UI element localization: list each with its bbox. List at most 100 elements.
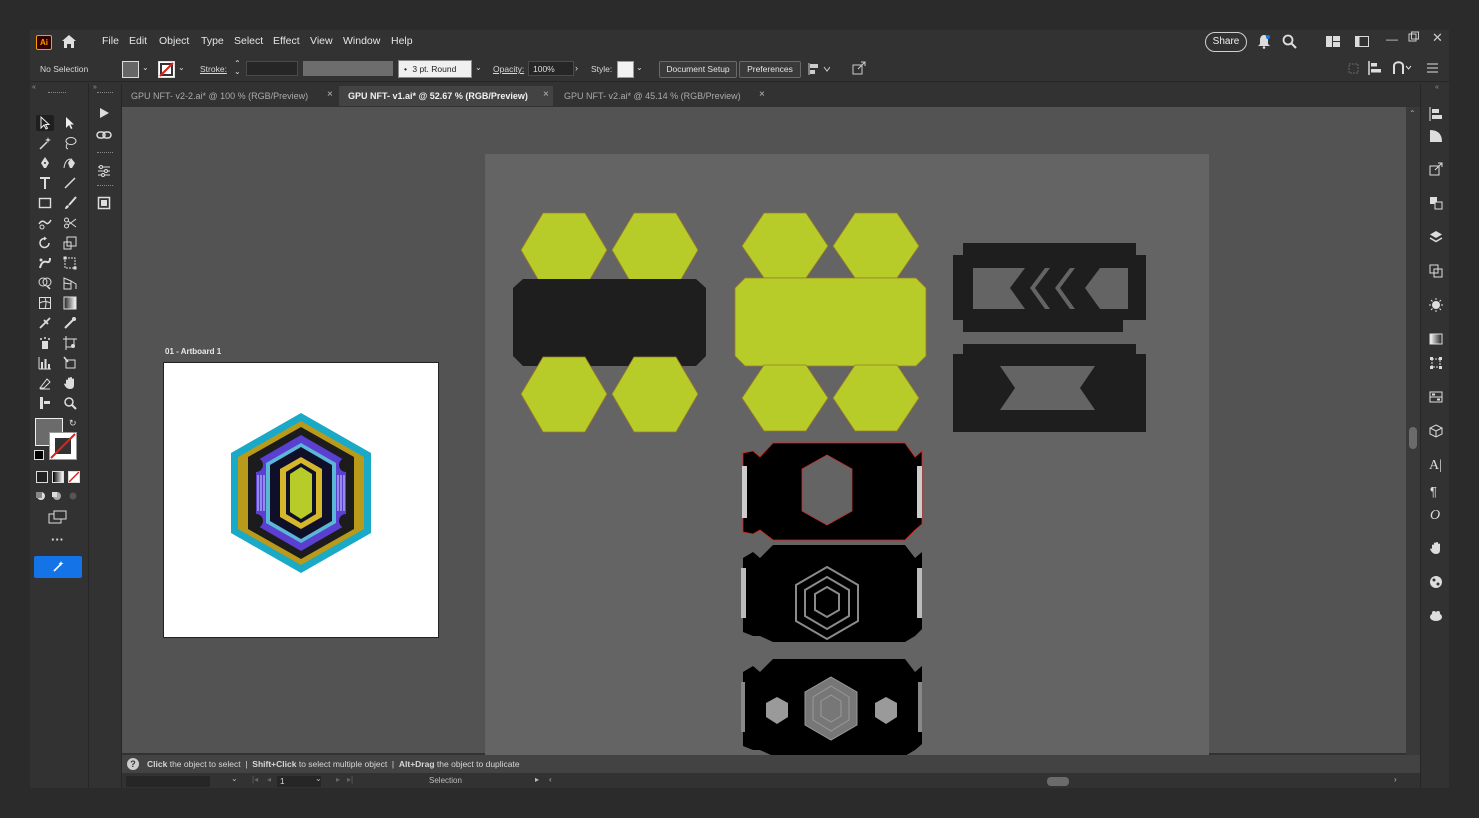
rotate-view-tool-icon[interactable] xyxy=(36,395,54,411)
hexagon-bar-group-1[interactable] xyxy=(513,212,706,433)
gpu-hexagon-artwork[interactable] xyxy=(164,363,438,637)
close-window-icon[interactable]: ✕ xyxy=(1432,30,1443,46)
minimize-icon[interactable]: — xyxy=(1386,32,1398,46)
horizontal-scroll-thumb[interactable] xyxy=(1047,777,1069,786)
mesh-tool-icon[interactable] xyxy=(36,295,54,311)
more-tools-icon[interactable]: ··· xyxy=(51,532,64,547)
help-icon[interactable]: ? xyxy=(127,758,139,770)
triple-hexagon-bar[interactable] xyxy=(741,659,922,756)
shape-builder-icon[interactable] xyxy=(1392,60,1412,78)
chevron-bracket-group[interactable] xyxy=(953,243,1146,432)
color-mode-icon[interactable] xyxy=(36,471,48,483)
opacity-field[interactable]: 100% xyxy=(528,61,574,76)
panel-collapse-icon[interactable]: » xyxy=(93,84,97,91)
close-tab-icon[interactable]: × xyxy=(543,89,549,100)
shaper-tool-icon[interactable] xyxy=(36,215,54,231)
free-transform-tool-icon[interactable] xyxy=(61,255,79,271)
stroke-swatch[interactable] xyxy=(158,61,175,78)
style-swatch[interactable] xyxy=(617,61,634,78)
hexagon-window-bar[interactable] xyxy=(742,442,923,541)
panel-collapse-icon[interactable]: « xyxy=(1435,84,1439,91)
artboard-tool-icon[interactable] xyxy=(61,335,79,351)
brush-definition[interactable]: • 3 pt. Round xyxy=(398,60,472,78)
stroke-color-swatch[interactable] xyxy=(49,432,77,460)
chevron-down-icon[interactable]: ⌄ xyxy=(178,63,185,72)
menu-window[interactable]: Window xyxy=(343,35,380,47)
close-tab-icon[interactable]: × xyxy=(759,89,765,100)
close-tab-icon[interactable]: × xyxy=(327,89,333,100)
warp-tool-icon[interactable] xyxy=(36,255,54,271)
eyedropper-tool-icon[interactable] xyxy=(36,315,54,331)
selection-tool-icon[interactable] xyxy=(36,115,54,131)
panel-menu-icon[interactable] xyxy=(1427,63,1438,76)
scroll-left-icon[interactable]: ‹ xyxy=(549,775,552,784)
variable-width-profile[interactable] xyxy=(303,61,393,76)
menu-effect[interactable]: Effect xyxy=(273,35,300,47)
symbols-icon[interactable] xyxy=(1429,609,1443,623)
align-icon[interactable] xyxy=(1429,107,1443,121)
previous-artboard-icon[interactable]: ◂ xyxy=(267,775,271,784)
vertical-scrollbar[interactable]: ⌃ ⌄ xyxy=(1406,107,1420,771)
export-asset-icon[interactable] xyxy=(1429,162,1443,176)
perspective-grid-tool-icon[interactable] xyxy=(61,275,79,291)
document-setup-button[interactable]: Document Setup xyxy=(659,61,737,78)
scissors-tool-icon[interactable] xyxy=(61,215,79,231)
character-panel-icon[interactable]: A| xyxy=(1429,458,1442,474)
zoom-field[interactable] xyxy=(126,776,210,787)
opentype-panel-icon[interactable]: O xyxy=(1430,508,1440,524)
3d-materials-icon[interactable] xyxy=(1429,424,1443,438)
status-mode-label[interactable]: Selection xyxy=(429,776,462,785)
gradient-tool-icon[interactable] xyxy=(61,295,79,311)
pathfinder-icon[interactable] xyxy=(1429,264,1443,278)
fill-swatch[interactable] xyxy=(122,61,139,78)
chevron-down-icon[interactable]: ⌄ xyxy=(636,63,643,72)
scale-tool-icon[interactable] xyxy=(61,235,79,251)
scroll-right-icon[interactable]: › xyxy=(1394,775,1397,784)
shape-builder-tool-icon[interactable] xyxy=(36,275,54,291)
none-mode-icon[interactable] xyxy=(68,471,80,483)
line-segment-tool-icon[interactable] xyxy=(61,175,79,191)
menu-view[interactable]: View xyxy=(310,35,333,47)
lasso-tool-icon[interactable] xyxy=(61,135,79,151)
menu-edit[interactable]: Edit xyxy=(129,35,147,47)
canvas-area[interactable]: 01 - Artboard 1 xyxy=(122,107,1406,772)
column-graph-tool-icon[interactable] xyxy=(36,355,54,371)
gradient-panel-icon[interactable] xyxy=(1429,332,1443,346)
default-colors-icon[interactable] xyxy=(34,450,44,460)
chevron-down-icon[interactable]: ⌄ xyxy=(142,63,149,72)
document-tab-active[interactable]: GPU NFT- v1.ai* @ 52.67 % (RGB/Preview) xyxy=(339,86,553,106)
scroll-thumb[interactable] xyxy=(1409,427,1417,449)
status-menu-icon[interactable]: ▸ xyxy=(535,775,539,784)
chevron-down-icon[interactable]: ⌄ xyxy=(231,774,238,783)
appearance-icon[interactable] xyxy=(1429,129,1443,143)
type-tool-icon[interactable] xyxy=(36,175,54,191)
workspace-switcher-icon[interactable] xyxy=(1355,36,1369,50)
pen-tool-icon[interactable] xyxy=(36,155,54,171)
eraser-tool-icon[interactable] xyxy=(36,375,54,391)
align-objects-icon[interactable] xyxy=(808,62,831,78)
stroke-weight-field[interactable] xyxy=(246,61,298,76)
zoom-tool-icon[interactable] xyxy=(61,395,79,411)
notification-bell-icon[interactable] xyxy=(1257,34,1271,52)
last-artboard-icon[interactable]: ▸| xyxy=(347,775,353,784)
scroll-up-icon[interactable]: ⌃ xyxy=(1409,109,1416,118)
home-icon[interactable] xyxy=(61,34,77,49)
panel-collapse-icon[interactable]: « xyxy=(32,84,36,91)
chevron-down-icon[interactable]: ⌄ xyxy=(315,774,322,783)
paintbrush-tool-icon[interactable] xyxy=(61,195,79,211)
arrange-documents-icon[interactable] xyxy=(1326,36,1340,50)
align-panel-icon[interactable] xyxy=(1368,61,1382,78)
gradient-mode-icon[interactable] xyxy=(52,471,64,483)
first-artboard-icon[interactable]: |◂ xyxy=(252,775,258,784)
rectangle-tool-icon[interactable] xyxy=(36,195,54,211)
document-tab[interactable]: GPU NFT- v2.ai* @ 45.14 % (RGB/Preview) xyxy=(555,86,775,106)
links-icon[interactable] xyxy=(96,129,112,144)
hand-tool-icon[interactable] xyxy=(61,375,79,391)
blend-tool-icon[interactable] xyxy=(61,315,79,331)
draw-normal-icon[interactable] xyxy=(35,491,47,501)
export-icon[interactable] xyxy=(852,61,866,78)
stroke-stepper-icon[interactable]: ⌃ ⌄ xyxy=(234,60,241,76)
menu-type[interactable]: Type xyxy=(201,35,224,47)
menu-object[interactable]: Object xyxy=(159,35,189,47)
rotate-tool-icon[interactable] xyxy=(36,235,54,251)
